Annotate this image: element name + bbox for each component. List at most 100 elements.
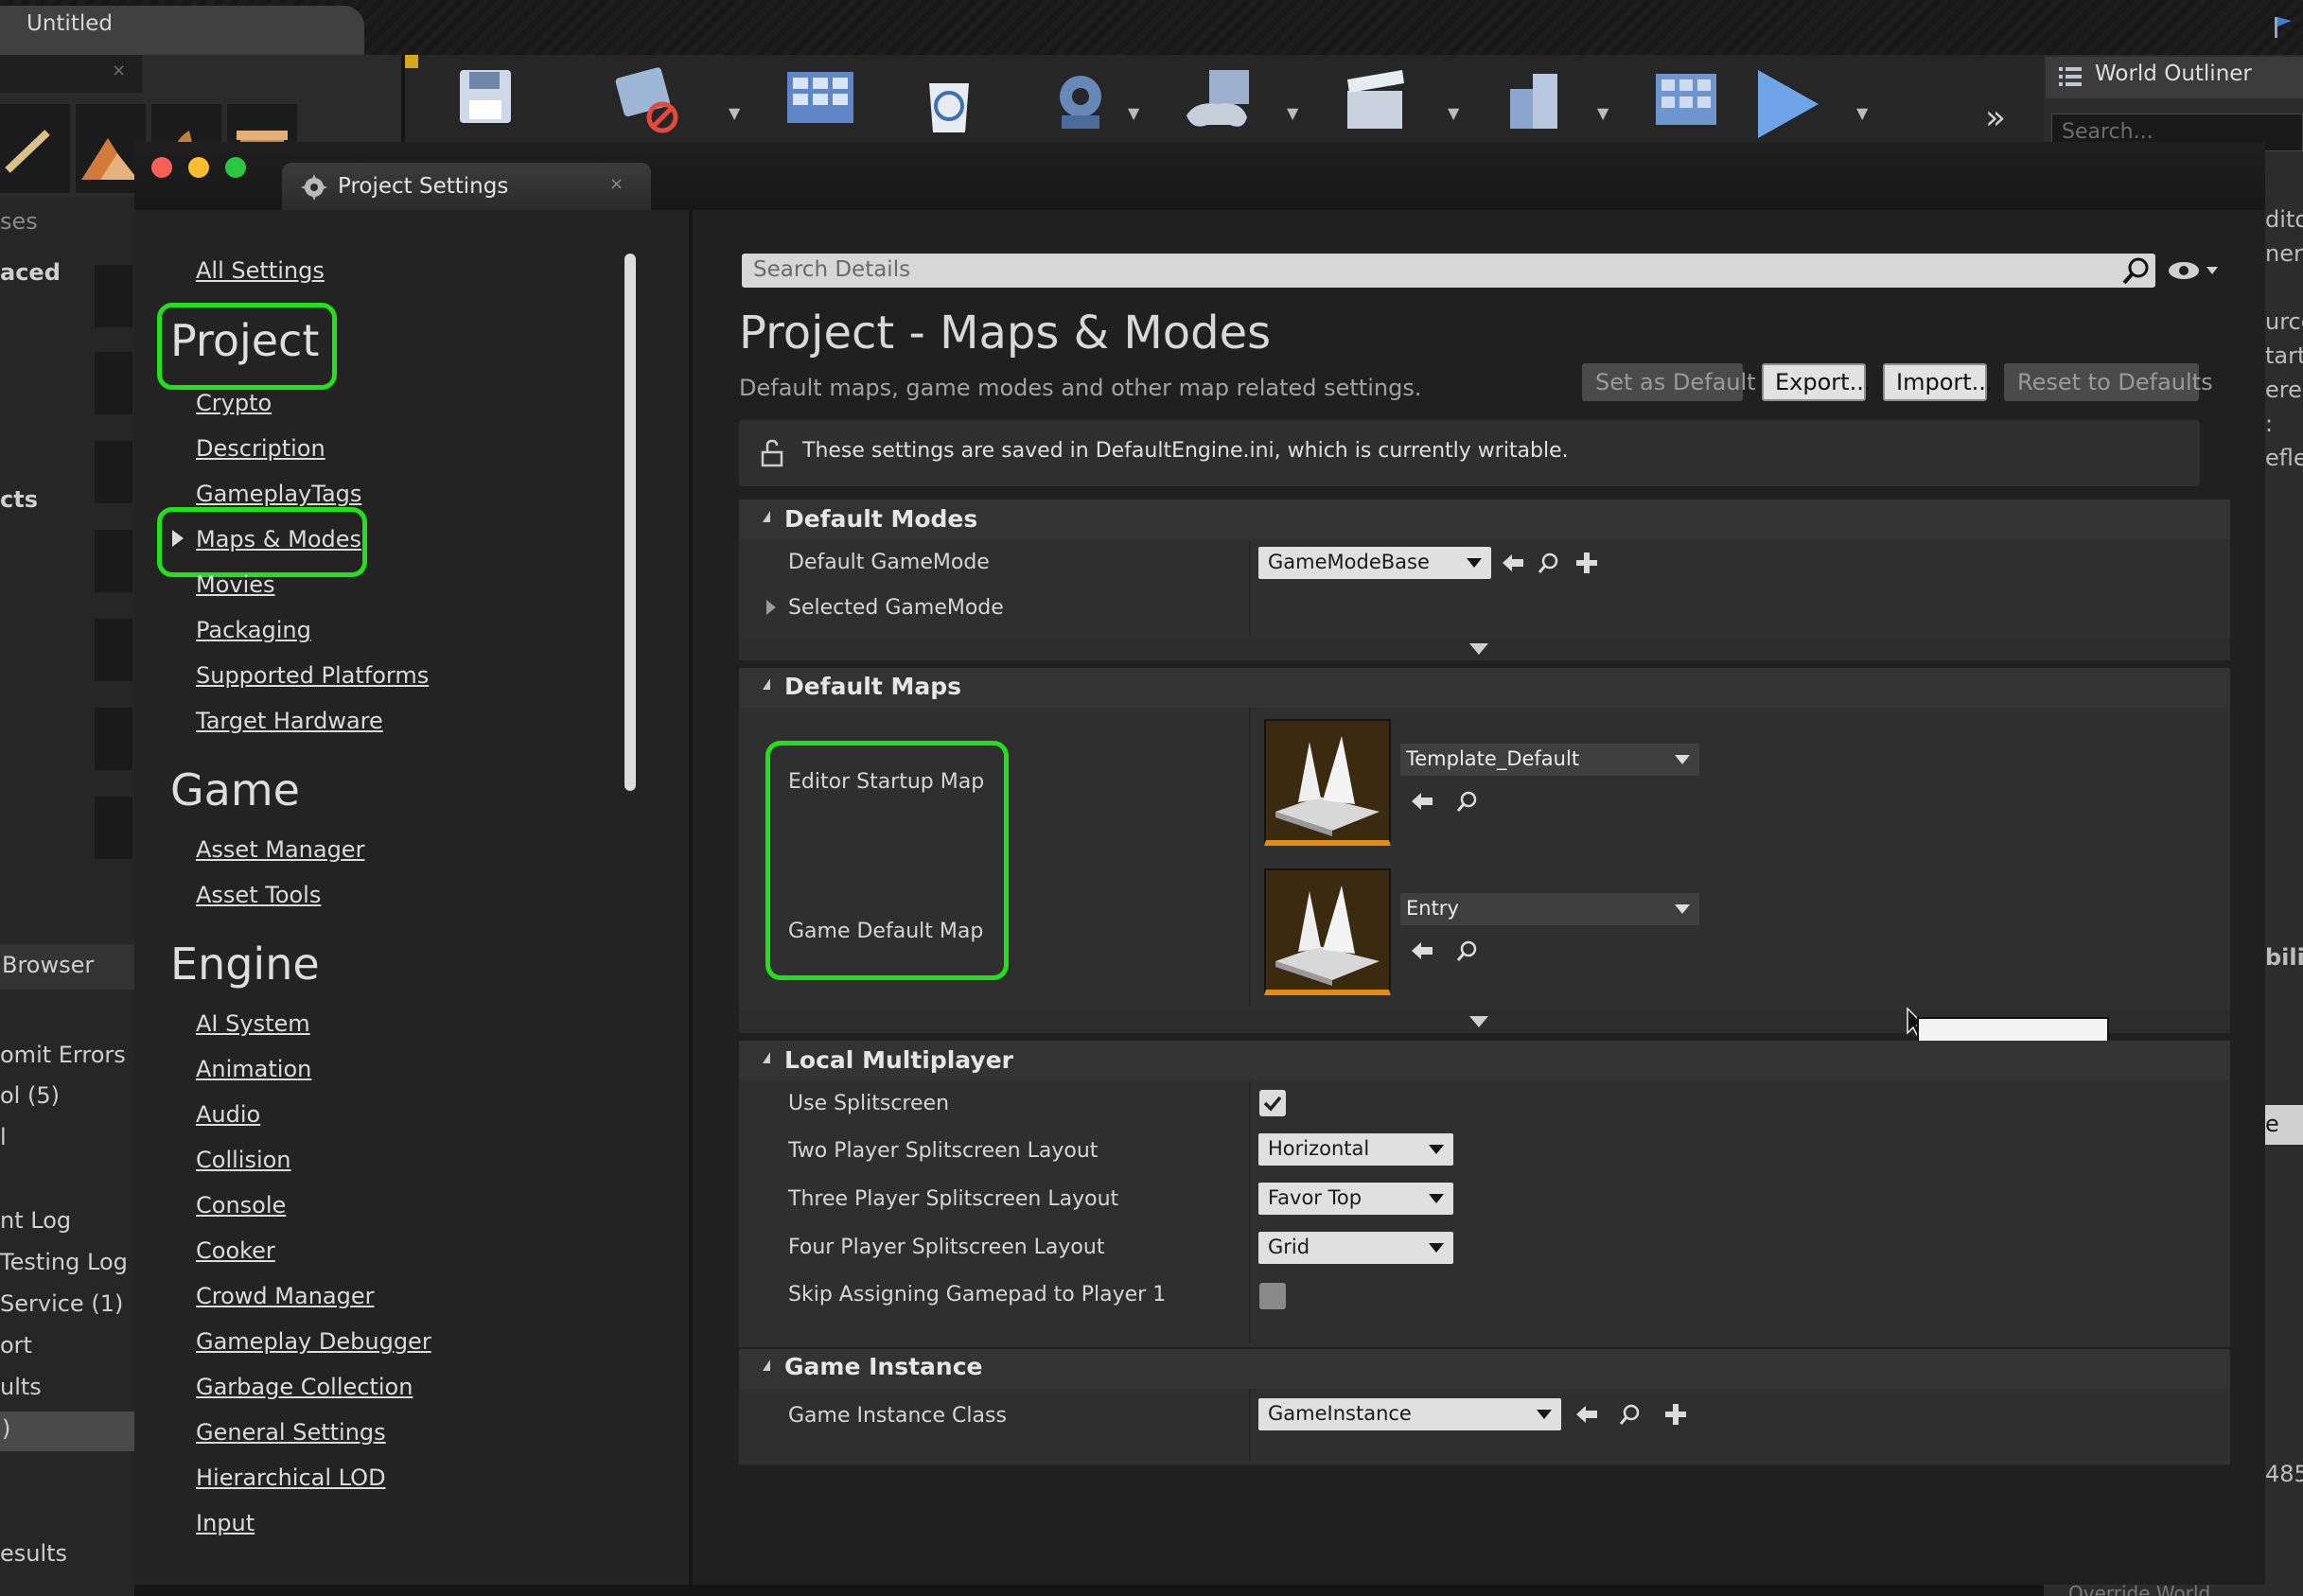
sphere-thumbnail[interactable] <box>95 797 132 859</box>
selected-row[interactable] <box>0 1412 134 1451</box>
editor-startup-map-dropdown[interactable]: Template_Default <box>1400 744 1699 776</box>
left-panel-text[interactable]: Service (1) <box>0 1290 123 1317</box>
sidebar-item-target-hardware[interactable]: Target Hardware <box>196 708 383 734</box>
skip-gamepad-checkbox[interactable] <box>1259 1283 1286 1309</box>
chevron-down-icon[interactable]: ▼ <box>1287 104 1298 122</box>
sidebar-scrollbar[interactable] <box>624 254 636 791</box>
use-selected-arrow-icon[interactable] <box>1410 789 1434 814</box>
cinematics-button[interactable] <box>1334 62 1419 142</box>
add-new-plus-icon[interactable] <box>1574 551 1599 575</box>
section-title[interactable]: Default Maps <box>784 673 961 700</box>
chevron-down-icon[interactable]: ▼ <box>1856 104 1868 122</box>
browse-search-icon[interactable] <box>1455 789 1480 814</box>
sidebar-item-garbage-collection[interactable]: Garbage Collection <box>196 1374 413 1400</box>
maximize-window-button[interactable] <box>225 157 246 178</box>
cube-thumbnail[interactable] <box>95 708 132 770</box>
light-thumbnail[interactable] <box>95 530 132 592</box>
close-icon[interactable]: × <box>112 61 126 80</box>
sidebar-item-collision[interactable]: Collision <box>196 1147 291 1173</box>
sidebar-item-crypto[interactable]: Crypto <box>196 390 272 416</box>
sidebar-item-animation[interactable]: Animation <box>196 1056 311 1082</box>
left-panel-text[interactable]: omit Errors <box>0 1042 126 1068</box>
chevron-down-icon[interactable]: ▼ <box>729 104 740 122</box>
use-selected-arrow-icon[interactable] <box>1574 1402 1599 1427</box>
four-player-layout-dropdown[interactable]: Grid <box>1258 1232 1453 1264</box>
source-control-button[interactable] <box>606 62 691 142</box>
expand-arrow-icon[interactable] <box>766 600 776 615</box>
sidebar-item-description[interactable]: Description <box>196 435 325 462</box>
settings-button[interactable] <box>1041 62 1126 142</box>
game-default-map-thumbnail[interactable] <box>1264 868 1391 995</box>
close-window-button[interactable] <box>151 157 172 178</box>
export-button[interactable]: Export... <box>1762 363 1871 401</box>
save-current-button[interactable] <box>443 62 528 142</box>
collapse-arrow-icon[interactable] <box>763 1359 770 1371</box>
use-splitscreen-checkbox[interactable] <box>1259 1090 1286 1116</box>
left-panel-text[interactable]: cts <box>0 486 38 513</box>
compile-button[interactable] <box>1644 62 1730 142</box>
sphere-thumbnail[interactable] <box>95 265 132 327</box>
chevron-down-icon[interactable]: ▼ <box>1128 104 1139 122</box>
play-button[interactable] <box>1745 62 1830 142</box>
sidebar-item-general-settings[interactable]: General Settings <box>196 1419 386 1446</box>
browse-search-icon[interactable] <box>1618 1402 1643 1427</box>
chevron-down-icon[interactable]: ▼ <box>1597 104 1609 122</box>
sidebar-item-supported-platforms[interactable]: Supported Platforms <box>196 662 429 689</box>
sidebar-item-asset-tools[interactable]: Asset Tools <box>196 882 321 908</box>
sidebar-item-ai-system[interactable]: AI System <box>196 1010 310 1037</box>
use-selected-arrow-icon[interactable] <box>1410 938 1434 963</box>
section-title[interactable]: Game Instance <box>784 1353 982 1380</box>
chevron-down-icon[interactable]: ▼ <box>1448 104 1459 122</box>
sidebar-item-all-settings[interactable]: All Settings <box>196 257 325 284</box>
game-default-map-dropdown[interactable]: Entry <box>1400 893 1699 925</box>
browse-search-icon[interactable] <box>1537 551 1561 575</box>
collapse-arrow-icon[interactable] <box>763 678 770 690</box>
sidebar-item-packaging[interactable]: Packaging <box>196 617 311 643</box>
collapse-arrow-icon[interactable] <box>763 1052 770 1063</box>
import-button[interactable]: Import... <box>1883 363 1994 401</box>
sidebar-item-input[interactable]: Input <box>196 1510 255 1536</box>
pawn-thumbnail[interactable] <box>95 441 132 503</box>
sidebar-item-movies[interactable]: Movies <box>196 571 275 598</box>
flag-icon[interactable] <box>2269 13 2295 40</box>
visibility-eye-icon[interactable] <box>2167 257 2220 284</box>
left-panel-text[interactable]: Testing Log <box>0 1249 128 1275</box>
section-title[interactable]: Default Modes <box>784 505 977 533</box>
section-title[interactable]: Local Multiplayer <box>784 1046 1013 1074</box>
collapse-arrow-icon[interactable] <box>763 511 770 522</box>
note-thumbnail[interactable] <box>95 619 132 681</box>
sidebar-item-crowd-manager[interactable]: Crowd Manager <box>196 1283 374 1309</box>
place-mode-icon[interactable] <box>0 104 70 193</box>
sidebar-item-asset-manager[interactable]: Asset Manager <box>196 836 364 863</box>
marketplace-button[interactable] <box>906 62 992 142</box>
left-panel-text[interactable]: l <box>0 1124 7 1150</box>
editor-startup-map-thumbnail[interactable] <box>1264 719 1391 846</box>
game-instance-class-dropdown[interactable]: GameInstance <box>1258 1398 1561 1430</box>
build-button[interactable] <box>1493 62 1578 142</box>
search-icon[interactable] <box>2121 255 2152 286</box>
use-selected-arrow-icon[interactable] <box>1501 551 1525 575</box>
toolbar-overflow-icon[interactable]: » <box>1985 98 2006 137</box>
sidebar-item-gameplaytags[interactable]: GameplayTags <box>196 481 361 507</box>
search-details-input[interactable]: Search Details <box>742 254 2155 288</box>
sidebar-item-audio[interactable]: Audio <box>196 1101 260 1128</box>
left-panel-text[interactable]: ol (5) <box>0 1082 60 1109</box>
left-panel-text[interactable]: aced <box>0 259 61 286</box>
minimize-window-button[interactable] <box>188 157 209 178</box>
left-panel-text[interactable]: ults <box>0 1374 42 1400</box>
sidebar-item-maps-modes[interactable]: Maps & Modes <box>196 526 361 552</box>
selected-gamemode-label[interactable]: Selected GameMode <box>788 596 1004 620</box>
sidebar-item-gameplay-debugger[interactable]: Gameplay Debugger <box>196 1328 431 1355</box>
reset-to-defaults-button[interactable]: Reset to Defaults <box>2004 363 2213 401</box>
set-as-default-button[interactable]: Set as Default <box>1582 363 1756 401</box>
sidebar-item-console[interactable]: Console <box>196 1192 286 1219</box>
left-panel-text[interactable]: ort <box>0 1332 32 1359</box>
browse-search-icon[interactable] <box>1455 938 1480 963</box>
close-icon[interactable]: × <box>609 174 624 194</box>
advanced-expander[interactable] <box>739 638 2230 660</box>
add-new-plus-icon[interactable] <box>1663 1402 1688 1427</box>
left-panel-text[interactable]: esults <box>0 1540 67 1567</box>
two-player-layout-dropdown[interactable]: Horizontal <box>1258 1133 1453 1166</box>
default-gamemode-dropdown[interactable]: GameModeBase <box>1258 547 1491 579</box>
content-button[interactable] <box>778 62 863 142</box>
